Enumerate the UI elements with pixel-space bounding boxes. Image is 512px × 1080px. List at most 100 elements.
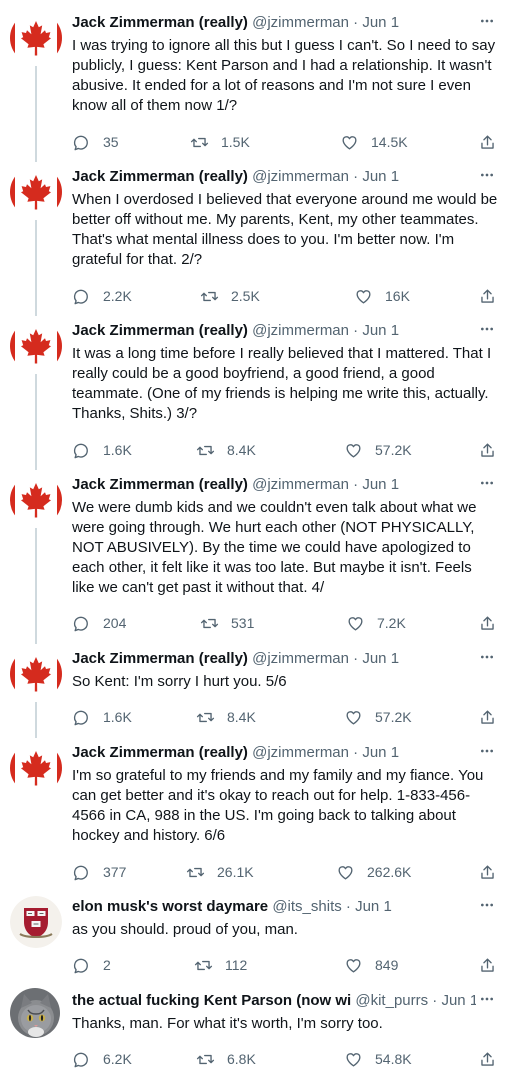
more-options-icon[interactable] [476, 168, 498, 186]
avatar[interactable] [10, 896, 62, 948]
retweet-button[interactable]: 8.4K [196, 439, 256, 461]
tweet[interactable]: Jack Zimmerman (really) @jzimmerman · Ju… [0, 0, 512, 162]
share-button[interactable] [476, 285, 498, 307]
tweet-text: I was trying to ignore all this but I gu… [72, 37, 500, 114]
tweet-text: We were dumb kids and we couldn't even t… [72, 499, 481, 596]
tweet-date[interactable]: Jun 1 [362, 650, 399, 667]
share-button[interactable] [476, 861, 498, 883]
tweet[interactable]: Jack Zimmerman (really) @jzimmerman · Ju… [0, 730, 512, 884]
display-name[interactable]: Jack Zimmerman (really) [72, 476, 248, 493]
more-options-icon[interactable] [476, 898, 498, 916]
tweet-text: Thanks, man. For what it's worth, I'm so… [72, 1015, 383, 1032]
display-name[interactable]: the actual fucking Kent Parson (now wi [72, 992, 351, 1009]
reply-button[interactable]: 1.6K [72, 706, 132, 728]
display-name[interactable]: Jack Zimmerman (really) [72, 14, 248, 31]
more-options-icon[interactable] [476, 992, 498, 1010]
reply-count: 2.2K [103, 288, 132, 304]
tweet[interactable]: Jack Zimmerman (really) @jzimmerman · Ju… [0, 636, 512, 738]
user-handle[interactable]: @jzimmerman [252, 14, 349, 31]
display-name[interactable]: Jack Zimmerman (really) [72, 168, 248, 185]
reply-button[interactable]: 2.2K [72, 285, 132, 307]
user-handle[interactable]: @its_shits [272, 898, 341, 915]
share-button[interactable] [476, 1048, 498, 1070]
avatar[interactable] [10, 166, 62, 218]
tweet[interactable]: the actual fucking Kent Parson (now wi @… [0, 978, 512, 1080]
user-handle[interactable]: @jzimmerman [252, 168, 349, 185]
share-button[interactable] [476, 954, 498, 976]
more-options-icon[interactable] [476, 14, 498, 32]
avatar[interactable] [10, 988, 60, 1038]
retweet-icon [186, 867, 205, 877]
retweet-button[interactable]: 8.4K [196, 706, 256, 728]
display-name[interactable]: elon musk's worst daymare [72, 898, 268, 915]
retweet-button[interactable]: 531 [200, 612, 254, 634]
more-options-icon[interactable] [476, 650, 498, 668]
reply-button[interactable]: 204 [72, 612, 126, 634]
tweet-date[interactable]: Jun 1 [362, 168, 399, 185]
retweet-button[interactable]: 112 [194, 954, 247, 976]
user-handle[interactable]: @jzimmerman [252, 650, 349, 667]
reply-button[interactable]: 2 [72, 954, 111, 976]
like-button[interactable]: 262.6K [336, 861, 411, 883]
share-icon [480, 615, 494, 630]
heart-icon [342, 135, 357, 150]
avatar[interactable] [10, 474, 62, 526]
share-button[interactable] [476, 131, 498, 153]
more-options-icon[interactable] [476, 322, 498, 340]
like-button[interactable]: 7.2K [346, 612, 406, 634]
tweet[interactable]: Jack Zimmerman (really) @jzimmerman · Ju… [0, 462, 512, 644]
reply-icon [73, 289, 88, 304]
reply-icon [73, 443, 88, 458]
tweet-date[interactable]: Jun 1 [355, 898, 392, 915]
tweet-date[interactable]: Jun 1 [362, 744, 399, 761]
retweet-button[interactable]: 26.1K [186, 861, 254, 883]
tweet[interactable]: Jack Zimmerman (really) @jzimmerman · Ju… [0, 154, 512, 316]
heart-icon [346, 958, 361, 973]
heart-icon [356, 289, 371, 304]
share-button[interactable] [476, 612, 498, 634]
avatar[interactable] [10, 12, 62, 64]
retweet-icon [194, 960, 213, 970]
tweet-date[interactable]: Jun 1 [362, 322, 399, 339]
share-button[interactable] [476, 439, 498, 461]
retweet-button[interactable]: 6.8K [196, 1048, 256, 1070]
tweet-date[interactable]: Jun 1 [441, 992, 478, 1009]
user-handle[interactable]: @jzimmerman [252, 744, 349, 761]
display-name[interactable]: Jack Zimmerman (really) [72, 322, 248, 339]
retweet-icon [190, 137, 209, 147]
reply-button[interactable]: 6.2K [72, 1048, 132, 1070]
avatar[interactable] [10, 320, 62, 372]
heart-icon [346, 1052, 361, 1067]
like-button[interactable]: 849 [344, 954, 398, 976]
user-handle[interactable]: @kit_purrs [355, 992, 428, 1009]
tweet[interactable]: Jack Zimmerman (really) @jzimmerman · Ju… [0, 308, 512, 470]
share-icon [480, 442, 494, 457]
retweet-button[interactable]: 1.5K [190, 131, 250, 153]
heart-icon [338, 865, 353, 880]
display-name[interactable]: Jack Zimmerman (really) [72, 650, 248, 667]
like-button[interactable]: 14.5K [340, 131, 408, 153]
like-button[interactable]: 16K [354, 285, 410, 307]
avatar[interactable] [10, 742, 62, 794]
tweet-date[interactable]: Jun 1 [362, 14, 399, 31]
user-handle[interactable]: @jzimmerman [252, 476, 349, 493]
like-count: 57.2K [375, 709, 412, 725]
tweet-date[interactable]: Jun 1 [362, 476, 399, 493]
like-button[interactable]: 57.2K [344, 439, 412, 461]
tweet-actions: 2 112 849 [72, 954, 498, 976]
like-count: 14.5K [371, 134, 408, 150]
tweet[interactable]: elon musk's worst daymare @its_shits · J… [0, 884, 512, 978]
more-options-icon[interactable] [476, 476, 498, 494]
display-name[interactable]: Jack Zimmerman (really) [72, 744, 248, 761]
avatar[interactable] [10, 648, 62, 700]
retweet-count: 26.1K [217, 864, 254, 880]
reply-button[interactable]: 35 [72, 131, 119, 153]
reply-button[interactable]: 377 [72, 861, 126, 883]
like-button[interactable]: 57.2K [344, 706, 412, 728]
user-handle[interactable]: @jzimmerman [252, 322, 349, 339]
reply-button[interactable]: 1.6K [72, 439, 132, 461]
share-button[interactable] [476, 706, 498, 728]
retweet-button[interactable]: 2.5K [200, 285, 260, 307]
like-button[interactable]: 54.8K [344, 1048, 412, 1070]
more-options-icon[interactable] [476, 744, 498, 762]
